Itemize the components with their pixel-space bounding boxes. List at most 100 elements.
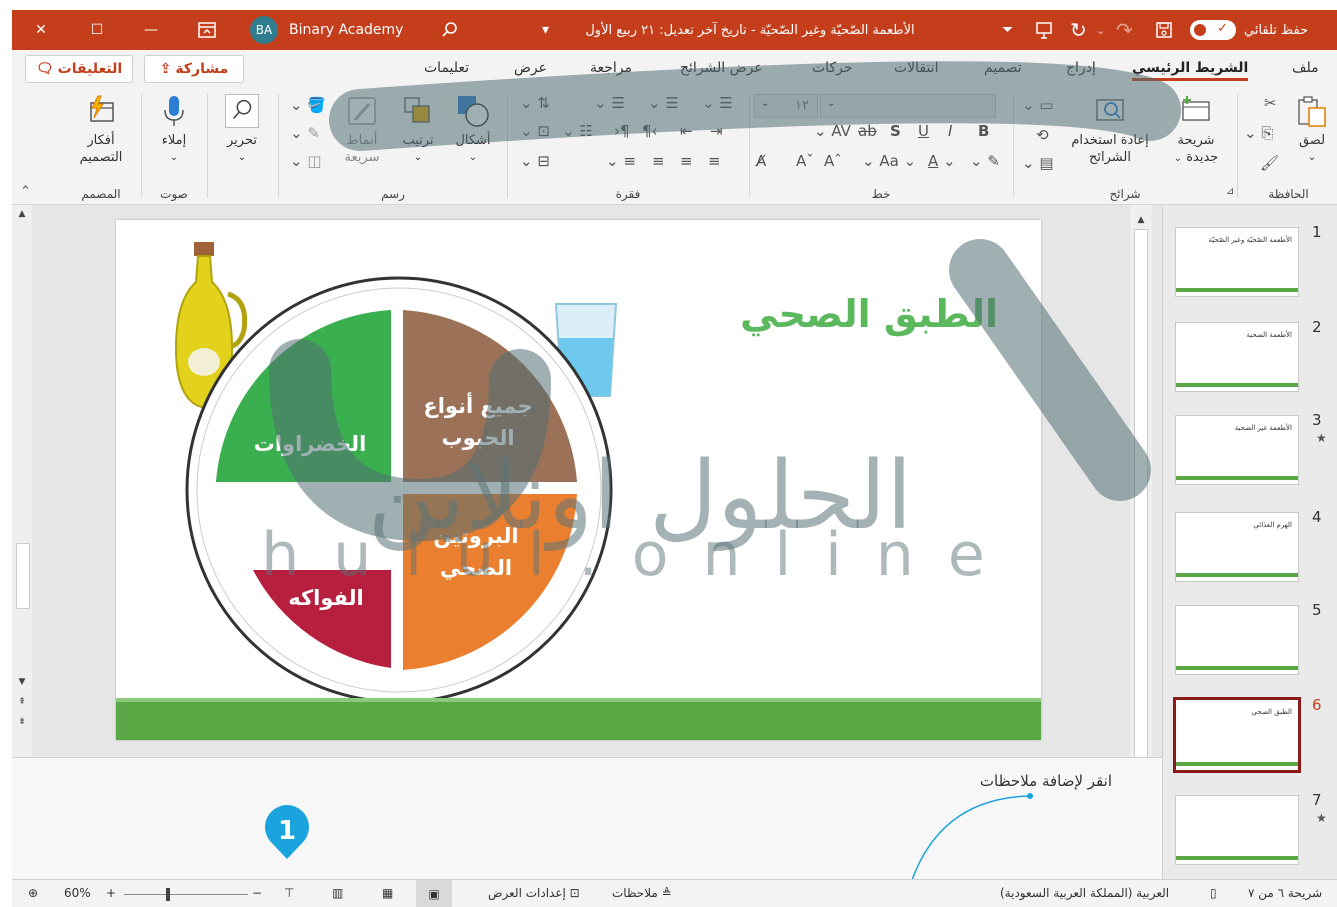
accessibility-icon[interactable]: ▯ [1210, 886, 1217, 900]
scroll-up-icon[interactable]: ▲ [1133, 213, 1149, 227]
display-settings-button[interactable]: إعدادات العرض ⊡ [488, 886, 580, 900]
design-ideas-button[interactable]: أفكار التصميم [70, 94, 132, 166]
text-direction-icon[interactable]: ⌄ ⇅ [520, 94, 550, 112]
document-title[interactable]: الأطعمة الصّحيّة وغير الصّحيّة - تاريخ آ… [560, 10, 940, 50]
change-case-icon[interactable]: ⌄ Aa ⌄ [862, 152, 916, 170]
slide-thumbnail[interactable]: الطبق الصحي [1173, 697, 1301, 773]
fit-slide-icon[interactable]: ⊕ [28, 886, 38, 900]
fill-icon[interactable]: ⌄ 🪣 [290, 96, 326, 114]
search-icon[interactable] [438, 10, 462, 50]
tab-file[interactable]: ملف [1292, 60, 1319, 76]
dictate-button[interactable]: إملاء ⌄ [144, 94, 204, 166]
align-right-icon[interactable]: ≡ [708, 152, 721, 170]
scroll-thumb[interactable] [1134, 229, 1148, 837]
numbering-icon[interactable]: ⌄ ☰ [648, 94, 679, 112]
outline-icon[interactable]: ⌄ ✎ [290, 124, 320, 142]
tab-insert[interactable]: إدراج [1066, 60, 1096, 76]
slide-thumbnail[interactable]: الأطعمة غير الصحية [1175, 415, 1299, 485]
smartart-icon[interactable]: ⌄ ⊟ [520, 152, 550, 170]
slide-title[interactable]: الطبق الصحي [728, 292, 998, 336]
zoom-slider[interactable] [124, 888, 248, 901]
tab-design[interactable]: تصميم [984, 60, 1022, 76]
previous-slide-icon[interactable]: ⇞ [14, 695, 30, 709]
quick-styles-button[interactable]: أنماط سريعة [338, 94, 386, 166]
avatar[interactable]: BA [250, 10, 278, 50]
justify-icon[interactable]: ⌄ ≡ [606, 152, 636, 170]
increase-indent-icon[interactable]: ⇥ [710, 122, 723, 140]
tab-home[interactable]: الشريط الرئيسي [1132, 60, 1249, 81]
language-status[interactable]: العربية (المملكة العربية السعودية) [1000, 886, 1169, 900]
font-name-field[interactable]: ⌄ [820, 94, 996, 118]
cut-icon[interactable]: ✂ [1264, 94, 1277, 112]
reading-view-icon[interactable]: ▥ [332, 886, 343, 900]
new-slide-button[interactable]: شريحة ⌄ جديدة [1164, 94, 1228, 167]
line-spacing-icon[interactable]: ⌄ ☰ [594, 94, 625, 112]
increase-font-icon[interactable]: Aˆ [824, 152, 842, 170]
collapse-ribbon-icon[interactable]: ⌃ [20, 184, 31, 199]
align-left-icon[interactable]: ≡ [652, 152, 665, 170]
tab-animations[interactable]: حركات [812, 60, 853, 76]
reset-icon[interactable]: ⟲ [1036, 126, 1049, 144]
zoom-out-icon[interactable]: − [252, 886, 262, 900]
editing-button[interactable]: تحرير ⌄ [218, 94, 266, 166]
layout-icon[interactable]: ⌄ ▭ [1022, 96, 1054, 114]
share-button[interactable]: ⇪ مشاركة [144, 55, 244, 83]
slide-sorter-icon[interactable]: ▦ [382, 886, 393, 900]
dialog-launcher-icon[interactable]: ⊿ [1226, 186, 1234, 197]
font-color-icon[interactable]: A ⌄ [928, 152, 956, 170]
format-painter-icon[interactable]: 🖌 [1260, 154, 1279, 172]
slideshow-view-icon[interactable]: ⊤ [284, 886, 294, 900]
autosave-toggle[interactable]: ✓ [1190, 10, 1236, 50]
highlight-icon[interactable]: ⌄ ✎ [970, 152, 1000, 170]
ribbon-display-icon[interactable] [184, 10, 230, 50]
decrease-font-icon[interactable]: Aˇ [796, 152, 814, 170]
underline-button[interactable]: U [918, 122, 929, 140]
rtl-icon[interactable]: ¶‹ [642, 122, 658, 140]
chevron-down-icon[interactable]: ⌄ [1096, 10, 1105, 50]
present-icon[interactable] [1034, 10, 1054, 50]
reuse-slides-button[interactable]: إعادة استخدام الشرائح [1062, 94, 1158, 166]
zoom-in-icon[interactable]: + [106, 886, 116, 900]
tab-help[interactable]: تعليمات [424, 60, 469, 76]
tab-view[interactable]: عرض [514, 60, 547, 76]
normal-view-icon[interactable]: ▣ [416, 880, 452, 907]
tab-slideshow[interactable]: عرض الشرائح [680, 60, 763, 76]
undo-icon[interactable]: ↻ [1070, 10, 1087, 50]
zoom-slider-thumb[interactable] [166, 888, 170, 901]
slide-thumbnail[interactable]: الأطعمة الصحية [1175, 322, 1299, 392]
tab-review[interactable]: مراجعة [590, 60, 632, 76]
slide-canvas[interactable]: الطبق الصحي جميع أنواع الحبوب الخضراوات … [116, 220, 1041, 740]
zoom-level[interactable]: 60% [64, 886, 91, 900]
decrease-indent-icon[interactable]: ⇤ [680, 122, 693, 140]
minimize-icon[interactable]: — [128, 10, 174, 50]
bold-button[interactable]: B [978, 122, 989, 140]
save-icon[interactable] [1154, 10, 1174, 50]
strikethrough-icon[interactable]: ab [858, 122, 877, 140]
paste-button[interactable]: لصق ⌄ [1290, 94, 1334, 166]
effects-icon[interactable]: ⌄ ◫ [290, 152, 322, 170]
align-center-icon[interactable]: ≡ [680, 152, 693, 170]
shapes-button[interactable]: أشكال ⌄ [448, 94, 498, 166]
redo-icon[interactable]: ↷ [1116, 10, 1133, 50]
copy-icon[interactable]: ⌄ ⎘ [1244, 124, 1273, 142]
chevron-down-icon[interactable]: ▾ [542, 10, 549, 50]
slide-thumbnail[interactable]: الأطعمة الصّحيّة وغير الصّحيّة [1175, 227, 1299, 297]
notes-button[interactable]: ملاحظات ≜ [612, 886, 672, 900]
scroll-down-icon[interactable]: ▼ [14, 675, 30, 689]
columns-icon[interactable]: ⌄ ☷ [562, 122, 593, 140]
clear-formatting-icon[interactable]: A̸ [756, 152, 766, 170]
maximize-icon[interactable]: ☐ [74, 10, 120, 50]
qat-customize-icon[interactable]: ⏷ [1002, 10, 1013, 50]
next-slide-icon[interactable]: ⇟ [14, 715, 30, 729]
tab-transitions[interactable]: انتقالات [894, 60, 939, 76]
notes-pane[interactable]: انقر لإضافة ملاحظات [12, 757, 1162, 880]
align-text-icon[interactable]: ⌄ ⊡ [520, 122, 550, 140]
bullets-icon[interactable]: ⌄ ☰ [702, 94, 733, 112]
slide-thumbnail[interactable] [1175, 795, 1299, 865]
close-icon[interactable]: ✕ [18, 10, 64, 50]
slide-thumbnail[interactable] [1175, 605, 1299, 675]
slide-thumbnail[interactable]: الهرم الغذائي [1175, 512, 1299, 582]
char-spacing-icon[interactable]: ⌄ AV [814, 122, 851, 140]
left-scrollbar[interactable]: ▲ ▼ ⇞ ⇟ [12, 205, 32, 757]
arrange-button[interactable]: ترتيب ⌄ [394, 94, 442, 166]
